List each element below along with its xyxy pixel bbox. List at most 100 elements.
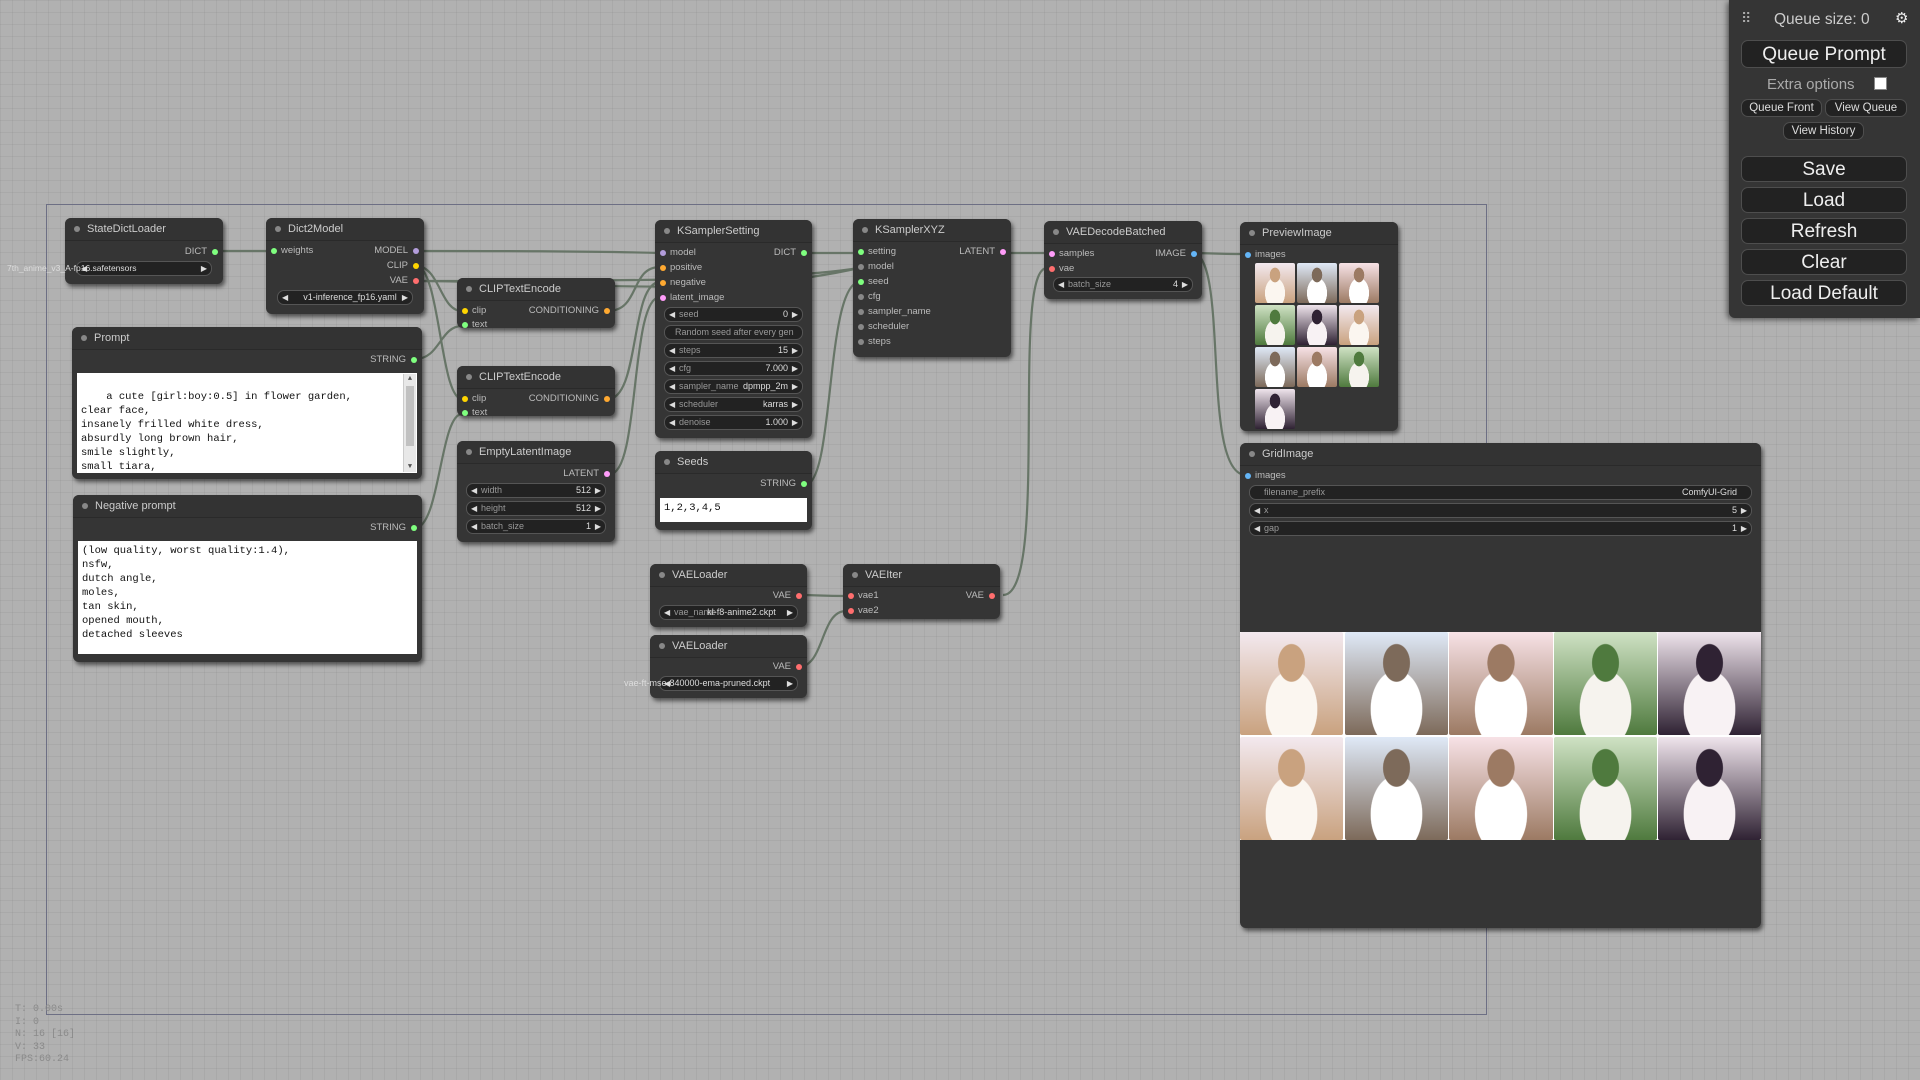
- node-ksampler-xyz[interactable]: KSamplerXYZ setting LATENT model seed cf…: [853, 219, 1011, 357]
- input-cfg[interactable]: cfg: [858, 290, 881, 304]
- input-negative[interactable]: negative: [660, 276, 706, 290]
- settings-gear-icon[interactable]: ⚙: [1895, 9, 1908, 27]
- steps-widget[interactable]: ◀ steps 15 ▶: [664, 343, 803, 358]
- width-widget[interactable]: ◀ width 512 ▶: [466, 483, 606, 498]
- denoise-widget[interactable]: ◀ denoise 1.000 ▶: [664, 415, 803, 430]
- input-text[interactable]: text: [462, 318, 487, 332]
- output-model[interactable]: MODEL: [374, 244, 419, 258]
- input-samples[interactable]: samples: [1049, 247, 1094, 261]
- output-latent[interactable]: LATENT: [959, 245, 1006, 259]
- input-steps[interactable]: steps: [858, 335, 891, 349]
- output-dict[interactable]: DICT: [185, 245, 218, 259]
- input-weights[interactable]: weights: [271, 244, 313, 258]
- vae-name-combo[interactable]: ◀ vae-ft-mse-840000-ema-pruned.ckpt ▶: [624, 676, 798, 691]
- output-string[interactable]: STRING: [760, 477, 807, 491]
- prompt-textarea[interactable]: a cute [girl:boy:0.5] in flower garden, …: [77, 373, 417, 473]
- node-prompt[interactable]: Prompt STRING a cute [girl:boy:0.5] in f…: [72, 327, 422, 479]
- output-vae[interactable]: VAE: [773, 660, 802, 674]
- preview-thumbnail[interactable]: [1339, 263, 1379, 303]
- node-vae-decode-batched[interactable]: VAEDecodeBatched samples vae IMAGE ◀ batc…: [1044, 221, 1202, 299]
- node-clip-text-encode-positive[interactable]: CLIPTextEncode clip text CONDITIONING: [457, 278, 615, 330]
- refresh-button[interactable]: Refresh: [1741, 218, 1907, 244]
- input-setting[interactable]: setting: [858, 245, 896, 259]
- seed-widget[interactable]: ◀ seed 0 ▶: [664, 307, 803, 322]
- input-images[interactable]: images: [1245, 248, 1286, 262]
- output-clip[interactable]: CLIP: [387, 259, 419, 273]
- output-vae[interactable]: VAE: [773, 589, 802, 603]
- node-preview-image[interactable]: PreviewImage images: [1240, 222, 1398, 431]
- node-dict2model[interactable]: Dict2Model weights MODEL CLIP VAE ◀ v1-in…: [266, 218, 424, 314]
- ckpt-name-combo[interactable]: ◀ 7th_anime_v3_A-fp16.safetensors ▶: [7, 261, 212, 276]
- clear-button[interactable]: Clear: [1741, 249, 1907, 275]
- output-vae[interactable]: VAE: [966, 589, 995, 603]
- node-vae-loader-1[interactable]: VAELoader VAE ◀ vae_name kl-f8-anime2.ckpt…: [650, 564, 807, 627]
- output-image[interactable]: IMAGE: [1155, 247, 1197, 261]
- sampler-name-widget[interactable]: ◀ sampler_name dpmpp_2m ▶: [664, 379, 803, 394]
- preview-thumbnail[interactable]: [1255, 347, 1295, 387]
- scrollbar[interactable]: ▲ ▼: [403, 374, 416, 472]
- input-text[interactable]: text: [462, 406, 487, 420]
- height-widget[interactable]: ◀ height 512 ▶: [466, 501, 606, 516]
- preview-thumbnail[interactable]: [1255, 389, 1295, 429]
- view-queue-button[interactable]: View Queue: [1825, 99, 1907, 117]
- node-ksampler-setting[interactable]: KSamplerSetting model positive negative …: [655, 220, 812, 438]
- batch-size-widget[interactable]: ◀ batch_size 4 ▶: [1053, 277, 1193, 292]
- input-images[interactable]: images: [1245, 469, 1286, 483]
- output-dict[interactable]: DICT: [774, 246, 807, 260]
- config-name-combo[interactable]: ◀ v1-inference_fp16.yaml ▶: [277, 290, 413, 305]
- grid-image-output[interactable]: [1240, 632, 1761, 840]
- node-seeds[interactable]: Seeds STRING 1,2,3,4,5: [655, 451, 812, 530]
- input-clip[interactable]: clip: [462, 392, 486, 406]
- vae-name-combo[interactable]: ◀ vae_name kl-f8-anime2.ckpt ▶: [659, 605, 798, 620]
- filename-prefix-widget[interactable]: filename_prefix ComfyUI-Grid: [1249, 485, 1752, 500]
- queue-front-button[interactable]: Queue Front: [1741, 99, 1822, 117]
- load-default-button[interactable]: Load Default: [1741, 280, 1907, 306]
- gap-widget[interactable]: ◀ gap 1 ▶: [1249, 521, 1752, 536]
- preview-thumbnail[interactable]: [1339, 347, 1379, 387]
- input-vae[interactable]: vae: [1049, 262, 1074, 276]
- extra-options-checkbox[interactable]: [1874, 77, 1887, 90]
- preview-thumbnail[interactable]: [1297, 347, 1337, 387]
- node-grid-image[interactable]: GridImage images filename_prefix ComfyUI-…: [1240, 443, 1761, 928]
- preview-thumbnail[interactable]: [1255, 263, 1295, 303]
- node-vae-iter[interactable]: VAEIter vae1 vae2 VAE: [843, 564, 1000, 619]
- seeds-textarea[interactable]: 1,2,3,4,5: [660, 498, 807, 522]
- node-clip-text-encode-negative[interactable]: CLIPTextEncode clip text CONDITIONING: [457, 366, 615, 418]
- input-seed[interactable]: seed: [858, 275, 889, 289]
- x-widget[interactable]: ◀ x 5 ▶: [1249, 503, 1752, 518]
- preview-thumbnail[interactable]: [1297, 263, 1337, 303]
- drag-handle-icon[interactable]: ⠿: [1741, 10, 1751, 27]
- output-latent[interactable]: LATENT: [563, 467, 610, 481]
- node-negative-prompt[interactable]: Negative prompt STRING (low quality, wor…: [73, 495, 422, 662]
- batch-size-widget[interactable]: ◀ batch_size 1 ▶: [466, 519, 606, 534]
- input-sampler-name[interactable]: sampler_name: [858, 305, 931, 319]
- preview-thumbnail[interactable]: [1339, 305, 1379, 345]
- input-clip[interactable]: clip: [462, 304, 486, 318]
- control-after-generate[interactable]: Random seed after every gen: [664, 325, 803, 340]
- queue-prompt-button[interactable]: Queue Prompt: [1741, 40, 1907, 68]
- input-positive[interactable]: positive: [660, 261, 702, 275]
- preview-thumbnail[interactable]: [1255, 305, 1295, 345]
- view-history-button[interactable]: View History: [1783, 122, 1864, 140]
- input-latent-image[interactable]: latent_image: [660, 291, 724, 305]
- save-button[interactable]: Save: [1741, 156, 1907, 182]
- node-vae-loader-2[interactable]: VAELoader VAE ◀ vae-ft-mse-840000-ema-pru…: [624, 635, 807, 698]
- output-conditioning[interactable]: CONDITIONING: [529, 392, 610, 406]
- input-model[interactable]: model: [858, 260, 894, 274]
- output-string[interactable]: STRING: [370, 353, 417, 367]
- node-empty-latent-image[interactable]: EmptyLatentImage LATENT ◀ width 512 ▶ ◀ heig…: [457, 441, 615, 542]
- preview-image-grid[interactable]: [1255, 263, 1379, 429]
- input-model[interactable]: model: [660, 246, 696, 260]
- output-conditioning[interactable]: CONDITIONING: [529, 304, 610, 318]
- negative-prompt-textarea[interactable]: (low quality, worst quality:1.4), nsfw, …: [78, 541, 417, 654]
- input-scheduler[interactable]: scheduler: [858, 320, 909, 334]
- input-vae1[interactable]: vae1: [848, 589, 879, 603]
- output-string[interactable]: STRING: [370, 521, 417, 535]
- load-button[interactable]: Load: [1741, 187, 1907, 213]
- scheduler-widget[interactable]: ◀ scheduler karras ▶: [664, 397, 803, 412]
- cfg-widget[interactable]: ◀ cfg 7.000 ▶: [664, 361, 803, 376]
- node-state-dict-loader[interactable]: StateDictLoader DICT ◀ 7th_anime_v3_A-fp1…: [7, 218, 223, 284]
- output-vae[interactable]: VAE: [390, 274, 419, 288]
- preview-thumbnail[interactable]: [1297, 305, 1337, 345]
- input-vae2[interactable]: vae2: [848, 604, 879, 618]
